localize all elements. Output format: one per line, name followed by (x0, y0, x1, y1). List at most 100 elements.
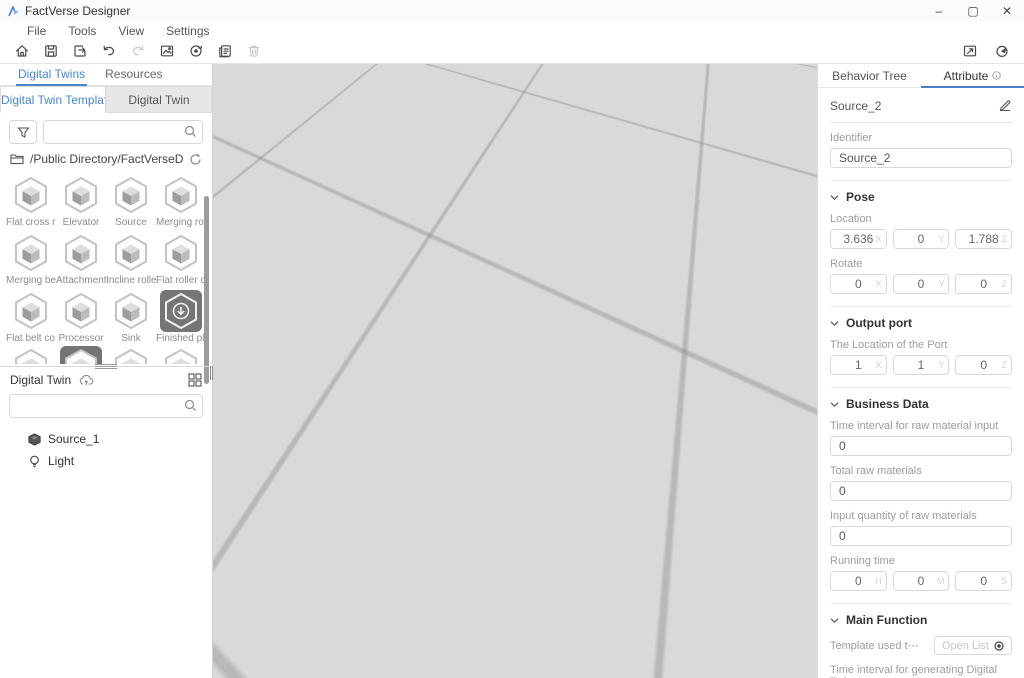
edit-pencil-icon[interactable] (998, 99, 1012, 113)
template-icon-partial[interactable] (10, 346, 52, 364)
running-time-m-field[interactable]: M (893, 571, 950, 591)
bd-field-input[interactable] (830, 481, 1012, 501)
port-z-input[interactable] (967, 358, 1000, 372)
location-x-field[interactable]: X (830, 229, 887, 249)
duplicate-icon[interactable] (217, 43, 233, 59)
refresh-icon[interactable] (189, 153, 202, 166)
rotate-y-field[interactable]: Y (893, 274, 950, 294)
unit-label: Z (1002, 279, 1008, 289)
location-z-input[interactable] (967, 232, 1000, 246)
template-item[interactable]: Merging bel⋯ (6, 232, 56, 286)
tree-item-source_1[interactable]: Source_1 (0, 428, 212, 450)
bd-field-input[interactable] (830, 526, 1012, 546)
section-pose-header[interactable]: Pose (830, 190, 1012, 204)
run-icon[interactable] (994, 43, 1010, 59)
snapshot-icon[interactable] (962, 43, 978, 59)
viewport-3d[interactable]: Source_1 Source_2 (213, 64, 817, 678)
port-y-field[interactable]: Y (893, 355, 950, 375)
rotate-y-input[interactable] (905, 277, 938, 291)
filter-button[interactable] (9, 120, 37, 144)
machine-source-1[interactable] (478, 270, 550, 372)
location-y-input[interactable] (905, 232, 938, 246)
template-item[interactable]: Flat belt co⋯ (6, 290, 56, 344)
save-icon[interactable] (43, 43, 59, 59)
template-item[interactable]: Processor (56, 290, 106, 344)
tab-behavior-tree[interactable]: Behavior Tree (818, 64, 921, 87)
tree-search-input[interactable] (9, 394, 203, 418)
template-icon-partial[interactable] (160, 346, 202, 364)
running-time-h-input[interactable] (842, 574, 875, 588)
orbit-icon[interactable] (188, 43, 204, 59)
components-grid-icon[interactable] (188, 373, 202, 387)
panel-resize-handle[interactable] (210, 366, 213, 380)
undo-icon[interactable] (101, 43, 117, 59)
rotate-x-input[interactable] (842, 277, 875, 291)
tree-item-light[interactable]: Light (0, 450, 212, 472)
tab-attribute[interactable]: Attribute (921, 64, 1024, 87)
gizmo-rotate-left-button[interactable]: › (717, 98, 731, 112)
port-marker[interactable] (677, 394, 684, 401)
location-z-field[interactable]: Z (955, 229, 1012, 249)
template-item[interactable]: Elevator (56, 174, 106, 228)
running-time-m-input[interactable] (905, 574, 938, 588)
running-time-s-field[interactable]: S (955, 571, 1012, 591)
location-x-input[interactable] (842, 232, 875, 246)
maximize-button[interactable]: ▢ (956, 0, 990, 22)
template-grid-scrollbar[interactable] (204, 196, 209, 384)
chevron-down-icon (830, 193, 839, 202)
open-list-button[interactable]: Open List (934, 636, 1012, 655)
bd-field-input[interactable] (830, 436, 1012, 456)
template-icon-partial[interactable] (110, 346, 152, 364)
template-item[interactable]: Sink (106, 290, 156, 344)
template-icon-partial[interactable] (60, 346, 102, 364)
template-grid: Flat cross r⋯ Elevator Source Merging ro… (0, 170, 212, 344)
section-business-data-header[interactable]: Business Data (830, 397, 1012, 411)
template-download-icon (161, 291, 201, 331)
home-icon[interactable] (14, 43, 30, 59)
menu-item-settings[interactable]: Settings (155, 24, 220, 38)
template-item[interactable]: Finished pl⋯ (156, 290, 206, 344)
port-marker[interactable] (539, 322, 546, 329)
template-item[interactable]: Flat roller c⋯ (156, 232, 206, 286)
cloud-upload-icon[interactable] (79, 374, 94, 386)
minimize-button[interactable]: – (922, 0, 956, 22)
port-x-input[interactable] (842, 358, 875, 372)
scene-icon[interactable] (159, 43, 175, 59)
section-main-function-header[interactable]: Main Function (830, 613, 1012, 627)
menu-item-view[interactable]: View (107, 24, 155, 38)
tab-resources[interactable]: Resources (95, 64, 172, 85)
rotate-x-field[interactable]: X (830, 274, 887, 294)
template-item[interactable]: Incline rolle⋯ (106, 232, 156, 286)
location-y-field[interactable]: Y (893, 229, 950, 249)
section-output-port-header[interactable]: Output port (830, 316, 1012, 330)
running-time-s-input[interactable] (967, 574, 1000, 588)
save-as-icon[interactable] (72, 43, 88, 59)
directory-path[interactable]: /Public Directory/FactVerseDLC (30, 152, 183, 166)
tab-digital-twins[interactable]: Digital Twins (8, 64, 95, 85)
rotate-z-input[interactable] (967, 277, 1000, 291)
template-item[interactable]: Attachment (56, 232, 106, 286)
gizmo-rotate-down-button[interactable]: ⌄ (752, 68, 766, 82)
unit-label: Z (1002, 360, 1008, 370)
gizmo-view-cube[interactable] (741, 84, 777, 128)
panel-splitter[interactable] (0, 366, 212, 367)
port-x-field[interactable]: X (830, 355, 887, 375)
menu-item-file[interactable]: File (16, 24, 57, 38)
template-cube-icon (11, 233, 51, 273)
section-title: Business Data (846, 397, 929, 411)
port-z-field[interactable]: Z (955, 355, 1012, 375)
rotate-z-field[interactable]: Z (955, 274, 1012, 294)
port-y-input[interactable] (905, 358, 938, 372)
gizmo-rotate-right-button[interactable]: ‹ (783, 98, 797, 112)
menu-item-tools[interactable]: Tools (57, 24, 107, 38)
close-button[interactable]: ✕ (990, 0, 1024, 22)
subtab-digital-twin[interactable]: Digital Twin (106, 86, 212, 113)
machine-source-2[interactable] (607, 343, 679, 455)
running-time-h-field[interactable]: H (830, 571, 887, 591)
identifier-input[interactable] (830, 148, 1012, 168)
template-item[interactable]: Flat cross r⋯ (6, 174, 56, 228)
template-item[interactable]: Source (106, 174, 156, 228)
template-item[interactable]: Merging rol⋯ (156, 174, 206, 228)
template-search-input[interactable] (43, 120, 203, 144)
subtab-digital-twin-template[interactable]: Digital Twin Template (0, 86, 106, 113)
